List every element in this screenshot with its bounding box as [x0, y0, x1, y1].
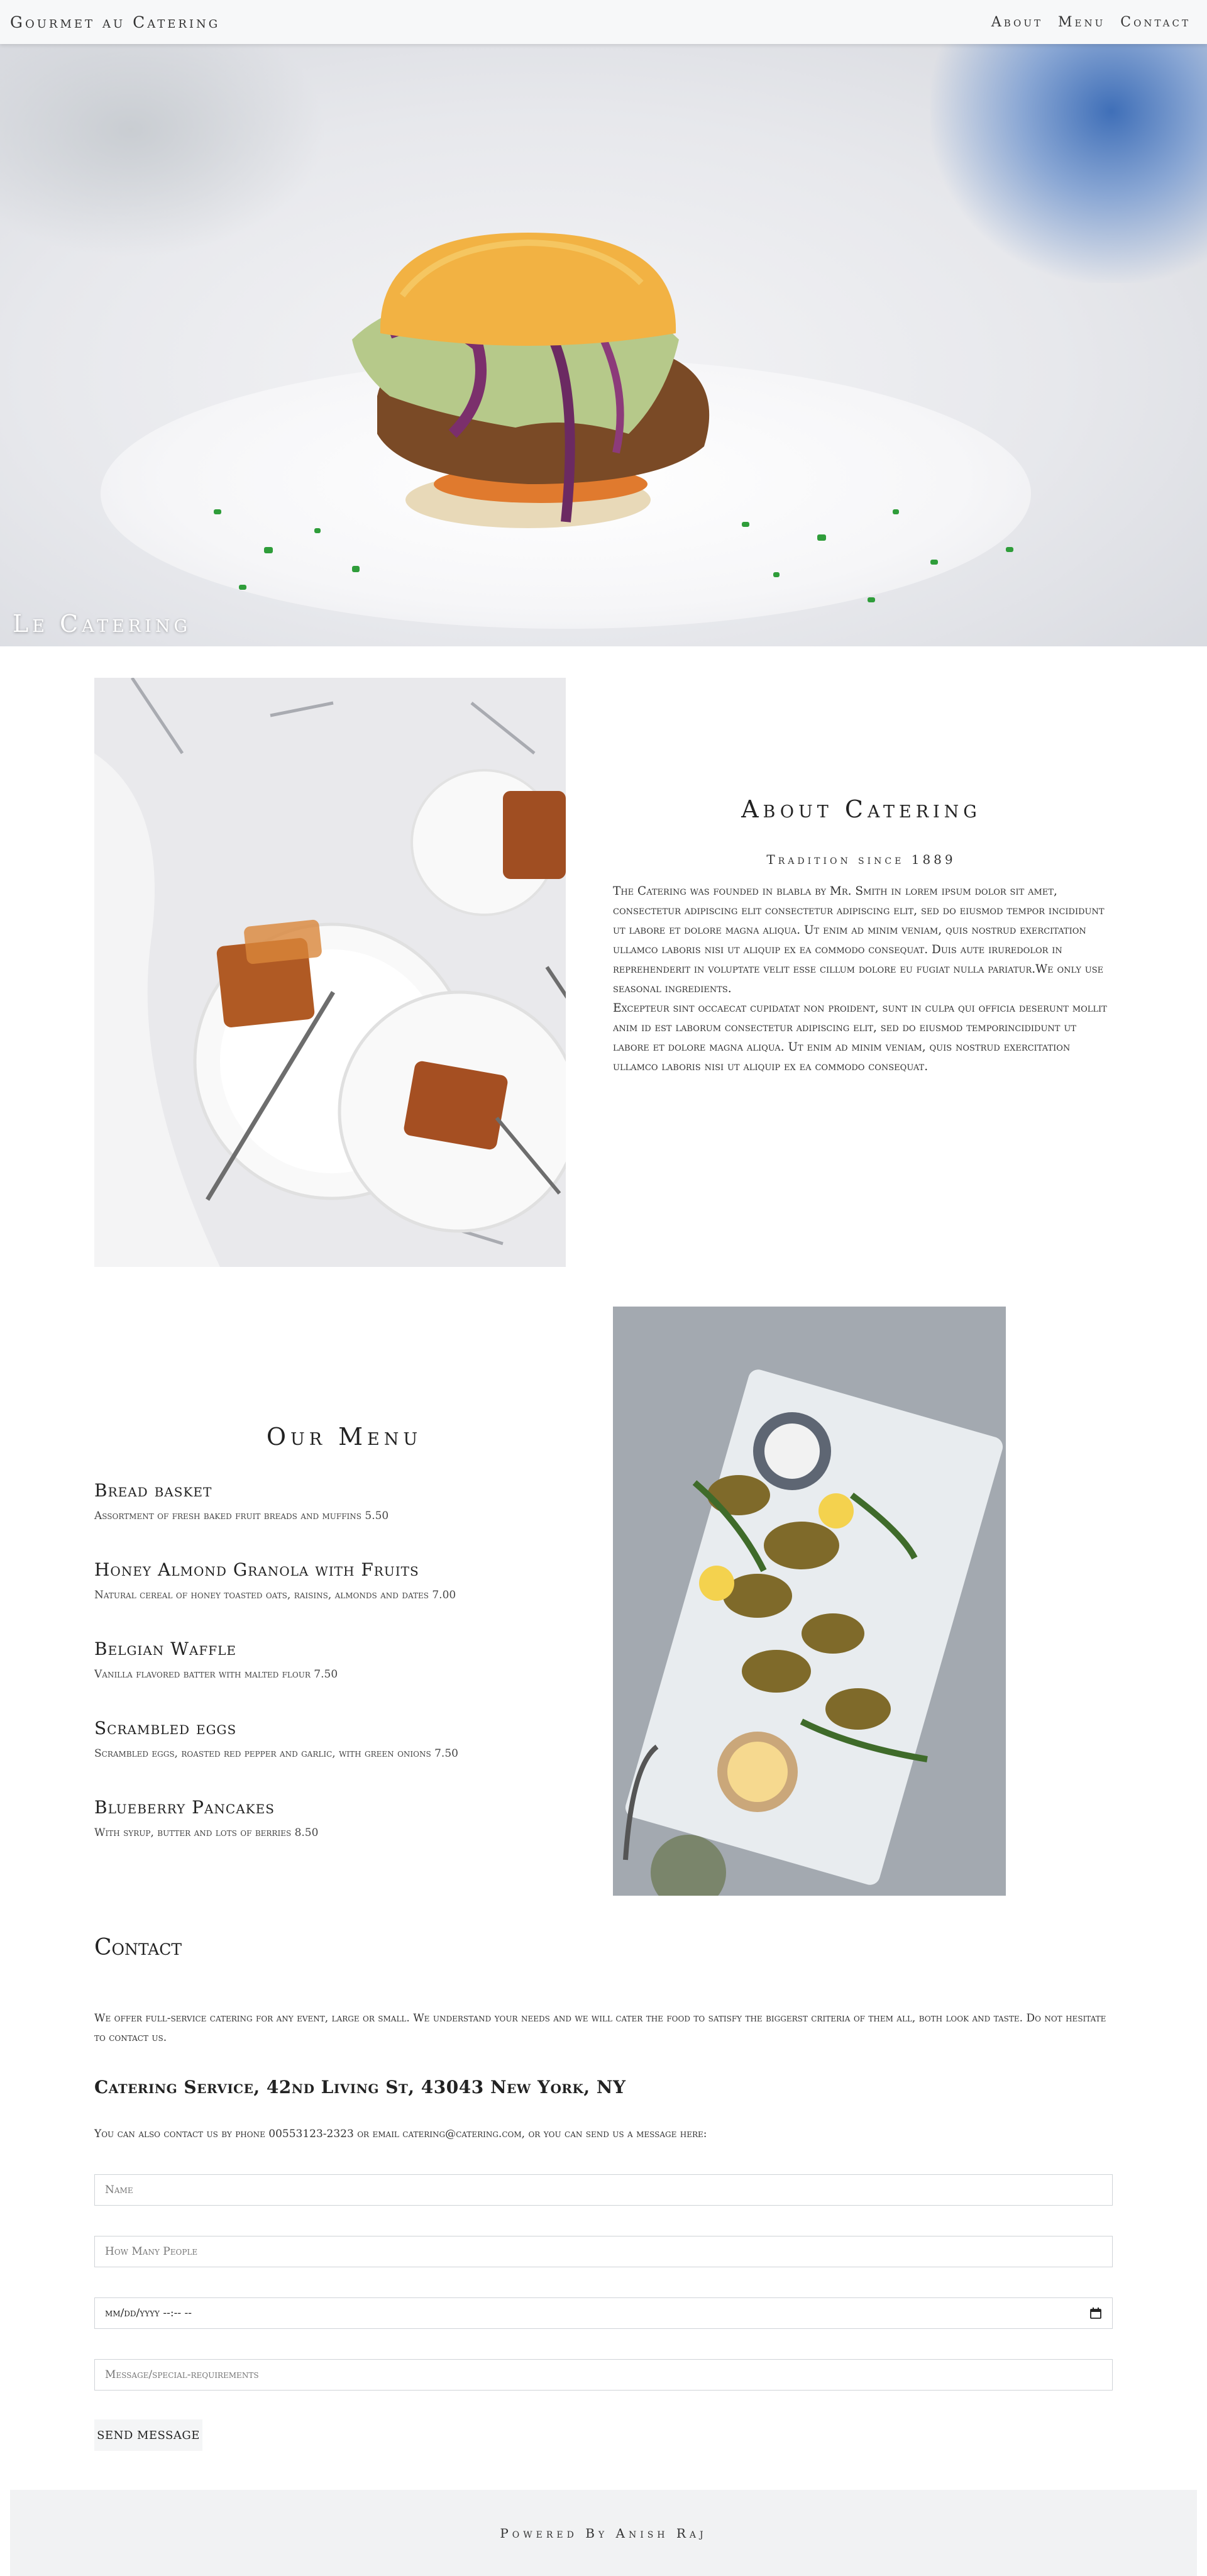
nav-link-menu[interactable]: Menu — [1058, 14, 1105, 30]
main-nav: About Menu Contact — [991, 14, 1191, 30]
hero-title: Le Catering — [13, 610, 192, 638]
brand-logo-text[interactable]: Gourmet au Catering — [10, 13, 220, 31]
top-navbar: Gourmet au Catering About Menu Contact — [0, 0, 1207, 44]
nav-link-about[interactable]: About — [991, 14, 1043, 30]
page-spacer — [0, 0, 1207, 2576]
nav-link-contact[interactable]: Contact — [1120, 14, 1191, 30]
